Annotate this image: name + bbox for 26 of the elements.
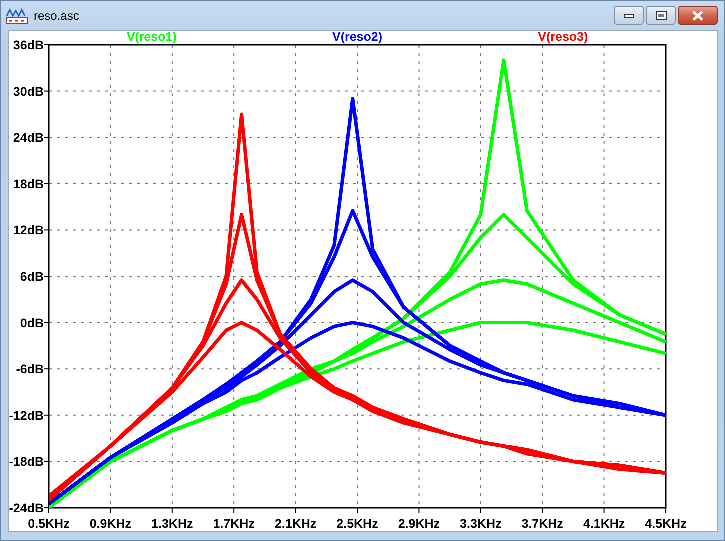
axis-tick-label: 3.3KHz — [460, 517, 502, 531]
axis-tick-label: 1.3KHz — [152, 517, 194, 531]
axis-tick-label: 0dB — [20, 316, 44, 330]
axis-tick-label: 6dB — [20, 270, 44, 284]
axis-tick-label: 30dB — [13, 84, 44, 99]
axis-tick-label: 1.7KHz — [213, 517, 255, 531]
axis-tick-label: 18dB — [13, 177, 44, 192]
legend-label: V(reso3) — [538, 31, 588, 44]
axis-tick-label: -6dB — [16, 362, 44, 377]
axis-tick-label: 2.1KHz — [274, 517, 317, 531]
axis-tick-label: 4.1KHz — [583, 517, 626, 531]
axis-tick-label: 24dB — [13, 131, 44, 146]
axis-tick-label: -24dB — [9, 502, 44, 516]
legend-label: V(reso1) — [126, 31, 177, 44]
axis-tick-label: -12dB — [9, 408, 44, 423]
axis-tick-label: 2.5KHz — [336, 517, 378, 531]
axis-tick-label: 0.9KHz — [90, 517, 132, 531]
axis-tick-label: 12dB — [13, 224, 44, 238]
legend-label: V(reso2) — [332, 31, 383, 44]
axis-tick-label: 0.5KHz — [28, 517, 70, 531]
axis-tick-label: 4.5KHz — [645, 517, 687, 531]
axis-tick-label: 2.9KHz — [398, 517, 440, 531]
axis-tick-label: 36dB — [13, 38, 44, 52]
axis-tick-label: -18dB — [9, 455, 44, 470]
window-title: reso.asc — [34, 8, 80, 22]
axis-tick-label: 3.7KHz — [522, 517, 564, 531]
